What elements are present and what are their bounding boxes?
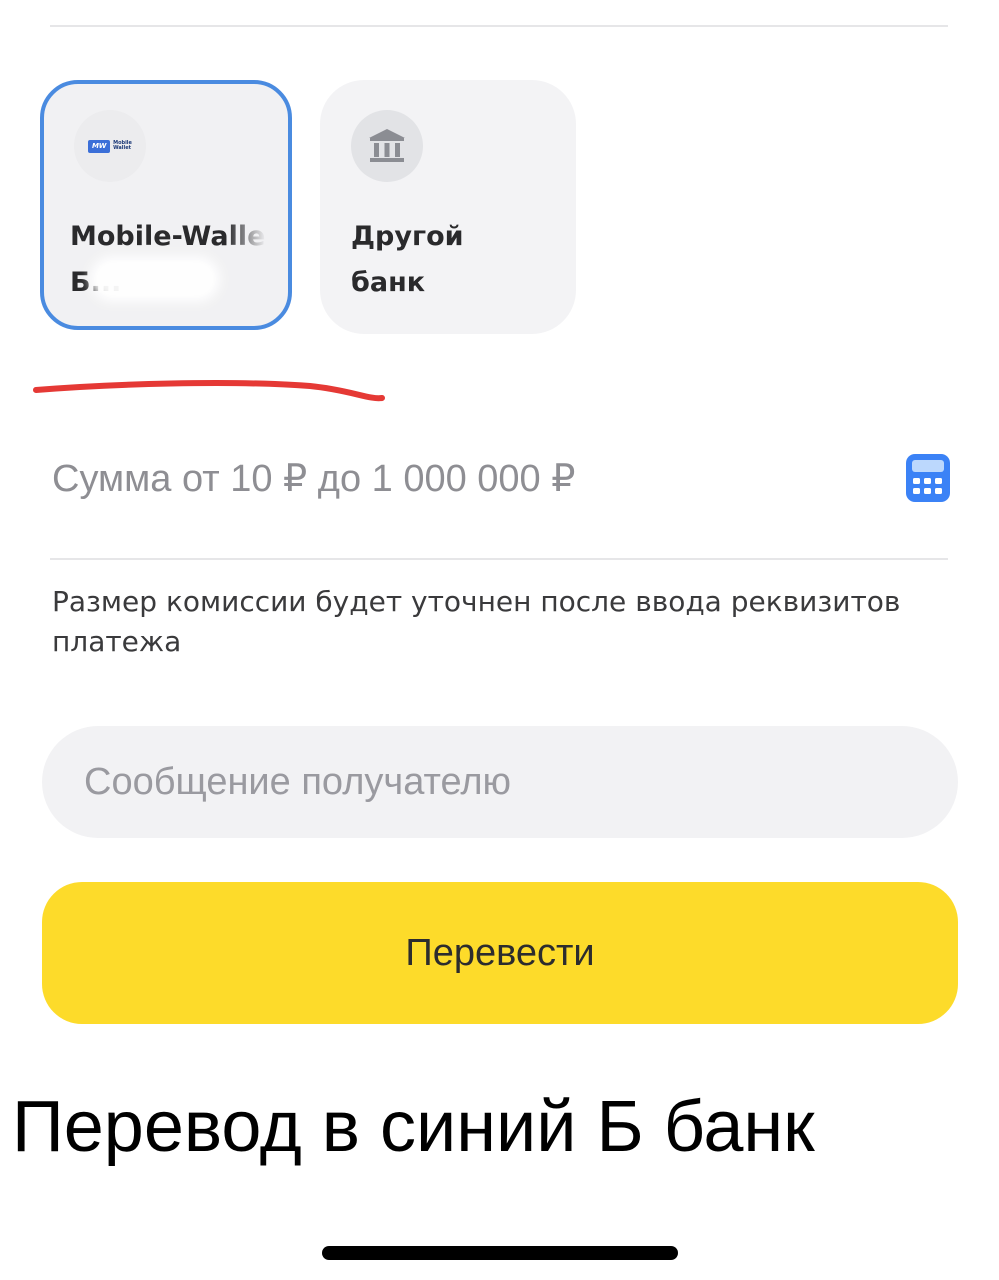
commission-note: Размер комиссии будет уточнен после ввод… <box>52 585 901 658</box>
calculator-icon[interactable] <box>904 452 952 504</box>
bank-option-other[interactable]: Другой банк <box>320 80 576 334</box>
mobile-wallet-logo: MW Mobile Wallet <box>74 110 146 182</box>
bank-option-mobile-wallet[interactable]: MW Mobile Wallet Mobile-Walle Б... <box>40 80 292 330</box>
message-to-recipient-input[interactable] <box>42 726 958 838</box>
amount-placeholder: Сумма от 10 ₽ до 1 000 000 ₽ <box>52 458 576 500</box>
home-indicator[interactable] <box>322 1246 678 1260</box>
bank-building-icon <box>351 110 423 182</box>
red-underline-annotation <box>33 380 385 402</box>
mobile-wallet-logo-text: Mobile Wallet <box>113 140 132 151</box>
top-divider <box>50 25 948 27</box>
mobile-wallet-logo-mark: MW <box>88 139 111 153</box>
amount-field[interactable]: Сумма от 10 ₽ до 1 000 000 ₽ <box>52 452 952 512</box>
redaction-blur <box>90 256 220 302</box>
amount-divider <box>50 558 948 560</box>
caption-text: Перевод в синий Б банк <box>12 1087 815 1167</box>
bank-name-other: Другой банк <box>351 221 464 298</box>
transfer-button[interactable]: Перевести <box>42 882 958 1024</box>
